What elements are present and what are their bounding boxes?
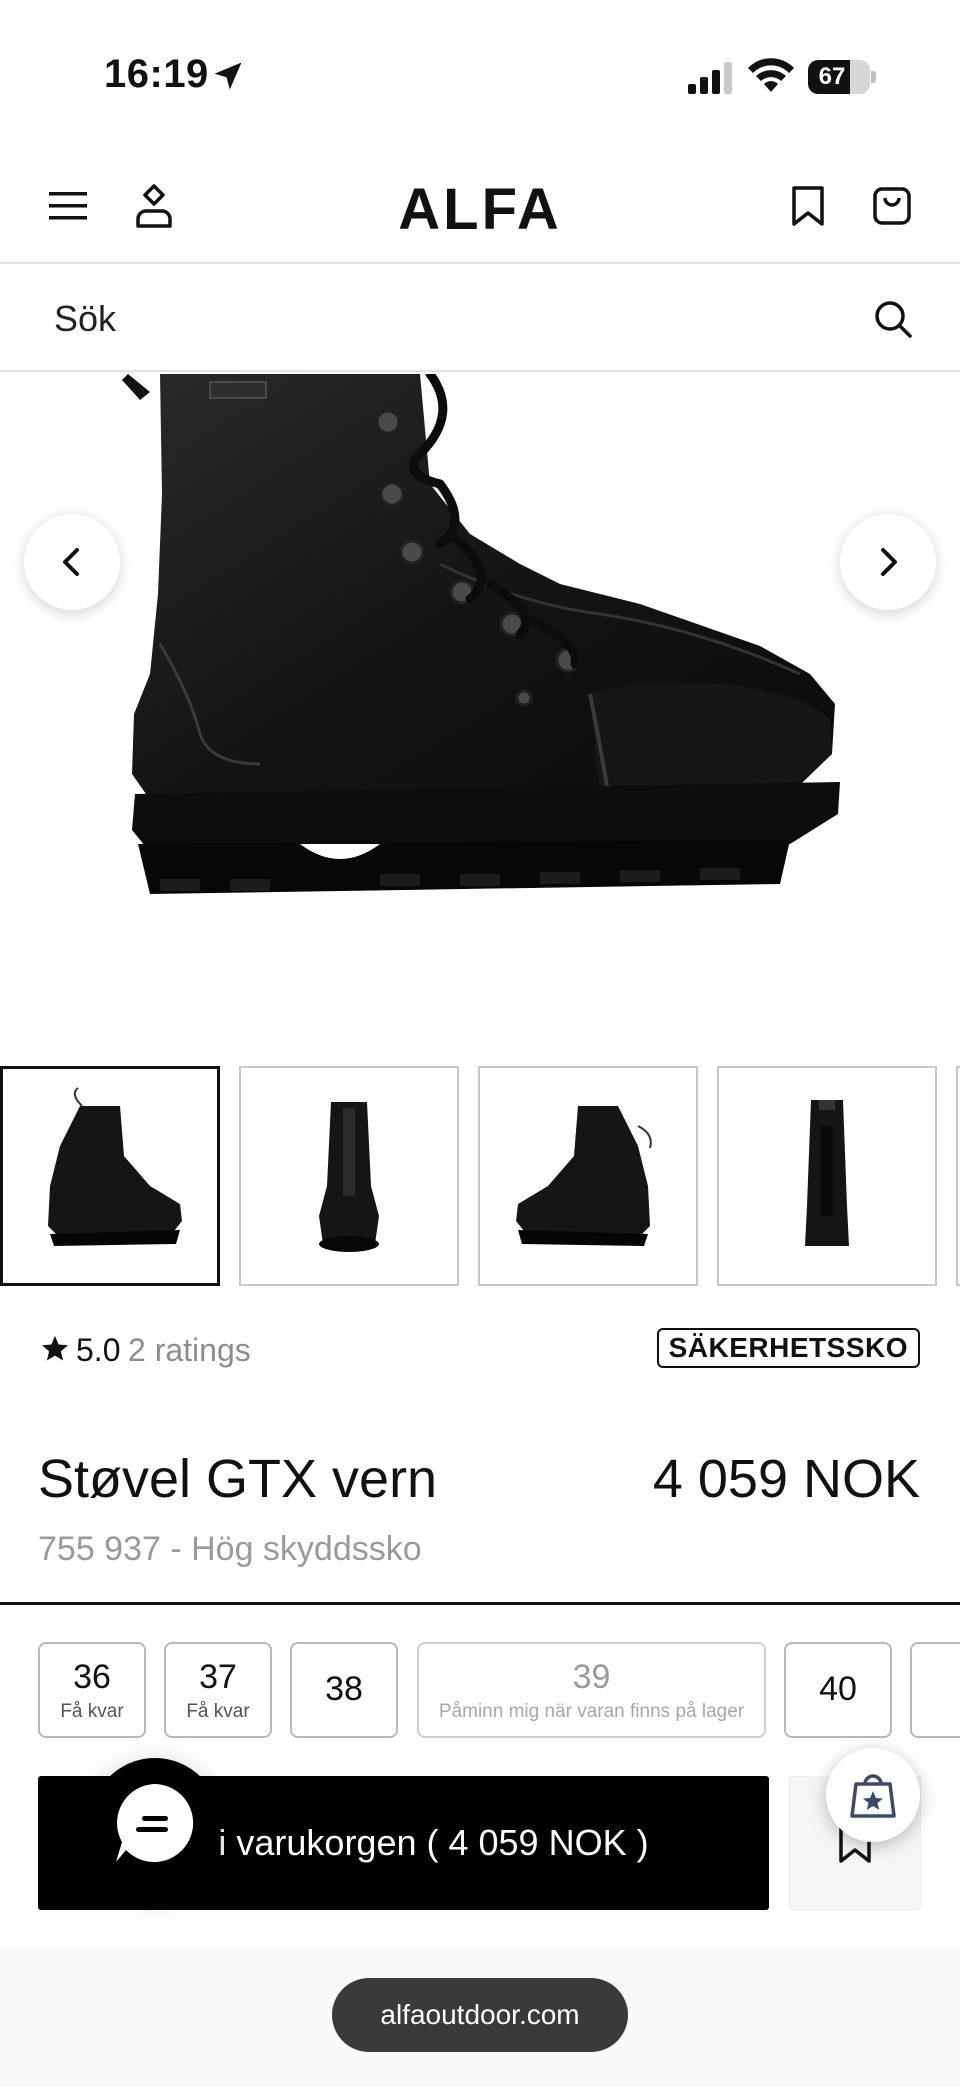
thumbnail-4[interactable]	[717, 1066, 937, 1286]
product-price: 4 059 NOK	[652, 1449, 920, 1509]
shopping-bag-star-icon	[850, 1774, 896, 1818]
cart-icon	[873, 187, 911, 225]
size-option-39[interactable]: 39 Påminn mig när varan finns på lager	[417, 1642, 766, 1738]
location-arrow-icon	[214, 62, 242, 90]
cellular-signal-icon	[688, 62, 732, 94]
size-note: Påminn mig när varan finns på lager	[438, 1701, 745, 1722]
size-option-40[interactable]: 40	[784, 1642, 892, 1738]
search-button[interactable]	[868, 294, 918, 344]
thumbnail-strip	[0, 1066, 960, 1286]
product-image-carousel[interactable]	[0, 374, 960, 1064]
search-input[interactable]	[54, 290, 854, 348]
carousel-next-button[interactable]	[840, 514, 936, 610]
size-note: Få kvar	[186, 1701, 250, 1722]
thumbnail-1[interactable]	[0, 1066, 220, 1286]
status-time: 16:19	[104, 52, 209, 96]
search-bar	[0, 266, 960, 372]
menu-button[interactable]	[42, 180, 94, 232]
size-number: 38	[325, 1670, 363, 1708]
site-logo[interactable]: ALFA	[398, 177, 561, 242]
chevron-right-icon	[881, 548, 897, 576]
thumbnail-3[interactable]	[478, 1066, 698, 1286]
product-title: Støvel GTX vern	[38, 1449, 438, 1509]
size-number: 40	[819, 1670, 857, 1708]
thumbnail-5[interactable]	[956, 1066, 960, 1286]
thumbnail-boot-back	[805, 1100, 849, 1246]
product-subtitle: 755 937 - Hög skyddssko	[38, 1530, 422, 1568]
size-selector: 36 Få kvar 37 Få kvar 38 39 Påminn mig n…	[0, 1642, 960, 1738]
battery-percentage: 67	[818, 63, 846, 90]
account-button[interactable]	[128, 180, 180, 232]
site-header: ALFA	[0, 150, 960, 264]
thumbnail-2[interactable]	[239, 1066, 459, 1286]
size-option-38[interactable]: 38	[290, 1642, 398, 1738]
status-bar: 16:19 67	[0, 0, 960, 150]
thumbnail-boot-front	[319, 1102, 379, 1252]
rating-count[interactable]: 2 ratings	[128, 1332, 251, 1369]
size-number: 37	[199, 1658, 237, 1696]
url-bar[interactable]: alfaoutdoor.com	[332, 1978, 628, 2052]
size-option-37[interactable]: 37 Få kvar	[164, 1642, 272, 1738]
url-text: alfaoutdoor.com	[380, 1999, 580, 2030]
chevron-left-icon	[63, 548, 79, 576]
size-option-next[interactable]	[910, 1642, 960, 1738]
divider	[0, 1602, 960, 1605]
cart-button[interactable]	[866, 180, 918, 232]
category-badge: SÄKERHETSSKO	[656, 1328, 920, 1368]
thumbnail-boot-side	[48, 1087, 182, 1246]
star-icon	[42, 1335, 68, 1361]
chat-icon	[116, 1784, 194, 1862]
thumbnail-boot-inner	[516, 1106, 652, 1246]
rating-value: 5.0	[76, 1332, 121, 1368]
add-to-cart-label: , i varukorgen ( 4 059 NOK )	[198, 1822, 649, 1863]
product-image-boot	[122, 374, 840, 894]
size-number: 39	[572, 1658, 611, 1696]
size-option-36[interactable]: 36 Få kvar	[38, 1642, 146, 1738]
account-icon	[136, 184, 172, 228]
menu-icon	[49, 192, 87, 220]
search-icon	[875, 301, 912, 338]
battery-cap	[871, 71, 876, 83]
size-note: Få kvar	[60, 1701, 124, 1722]
battery-icon: 67	[808, 60, 876, 96]
rating-row: 5.0 2 ratings SÄKERHETSSKO	[40, 1328, 920, 1374]
rewards-button[interactable]	[826, 1748, 920, 1842]
size-number: 36	[73, 1658, 111, 1696]
chat-button[interactable]	[90, 1758, 220, 1888]
bookmark-icon	[792, 186, 824, 226]
wishlist-button[interactable]	[782, 180, 834, 232]
wifi-icon	[748, 58, 794, 92]
battery-body: 67	[808, 60, 870, 94]
carousel-prev-button[interactable]	[24, 514, 120, 610]
